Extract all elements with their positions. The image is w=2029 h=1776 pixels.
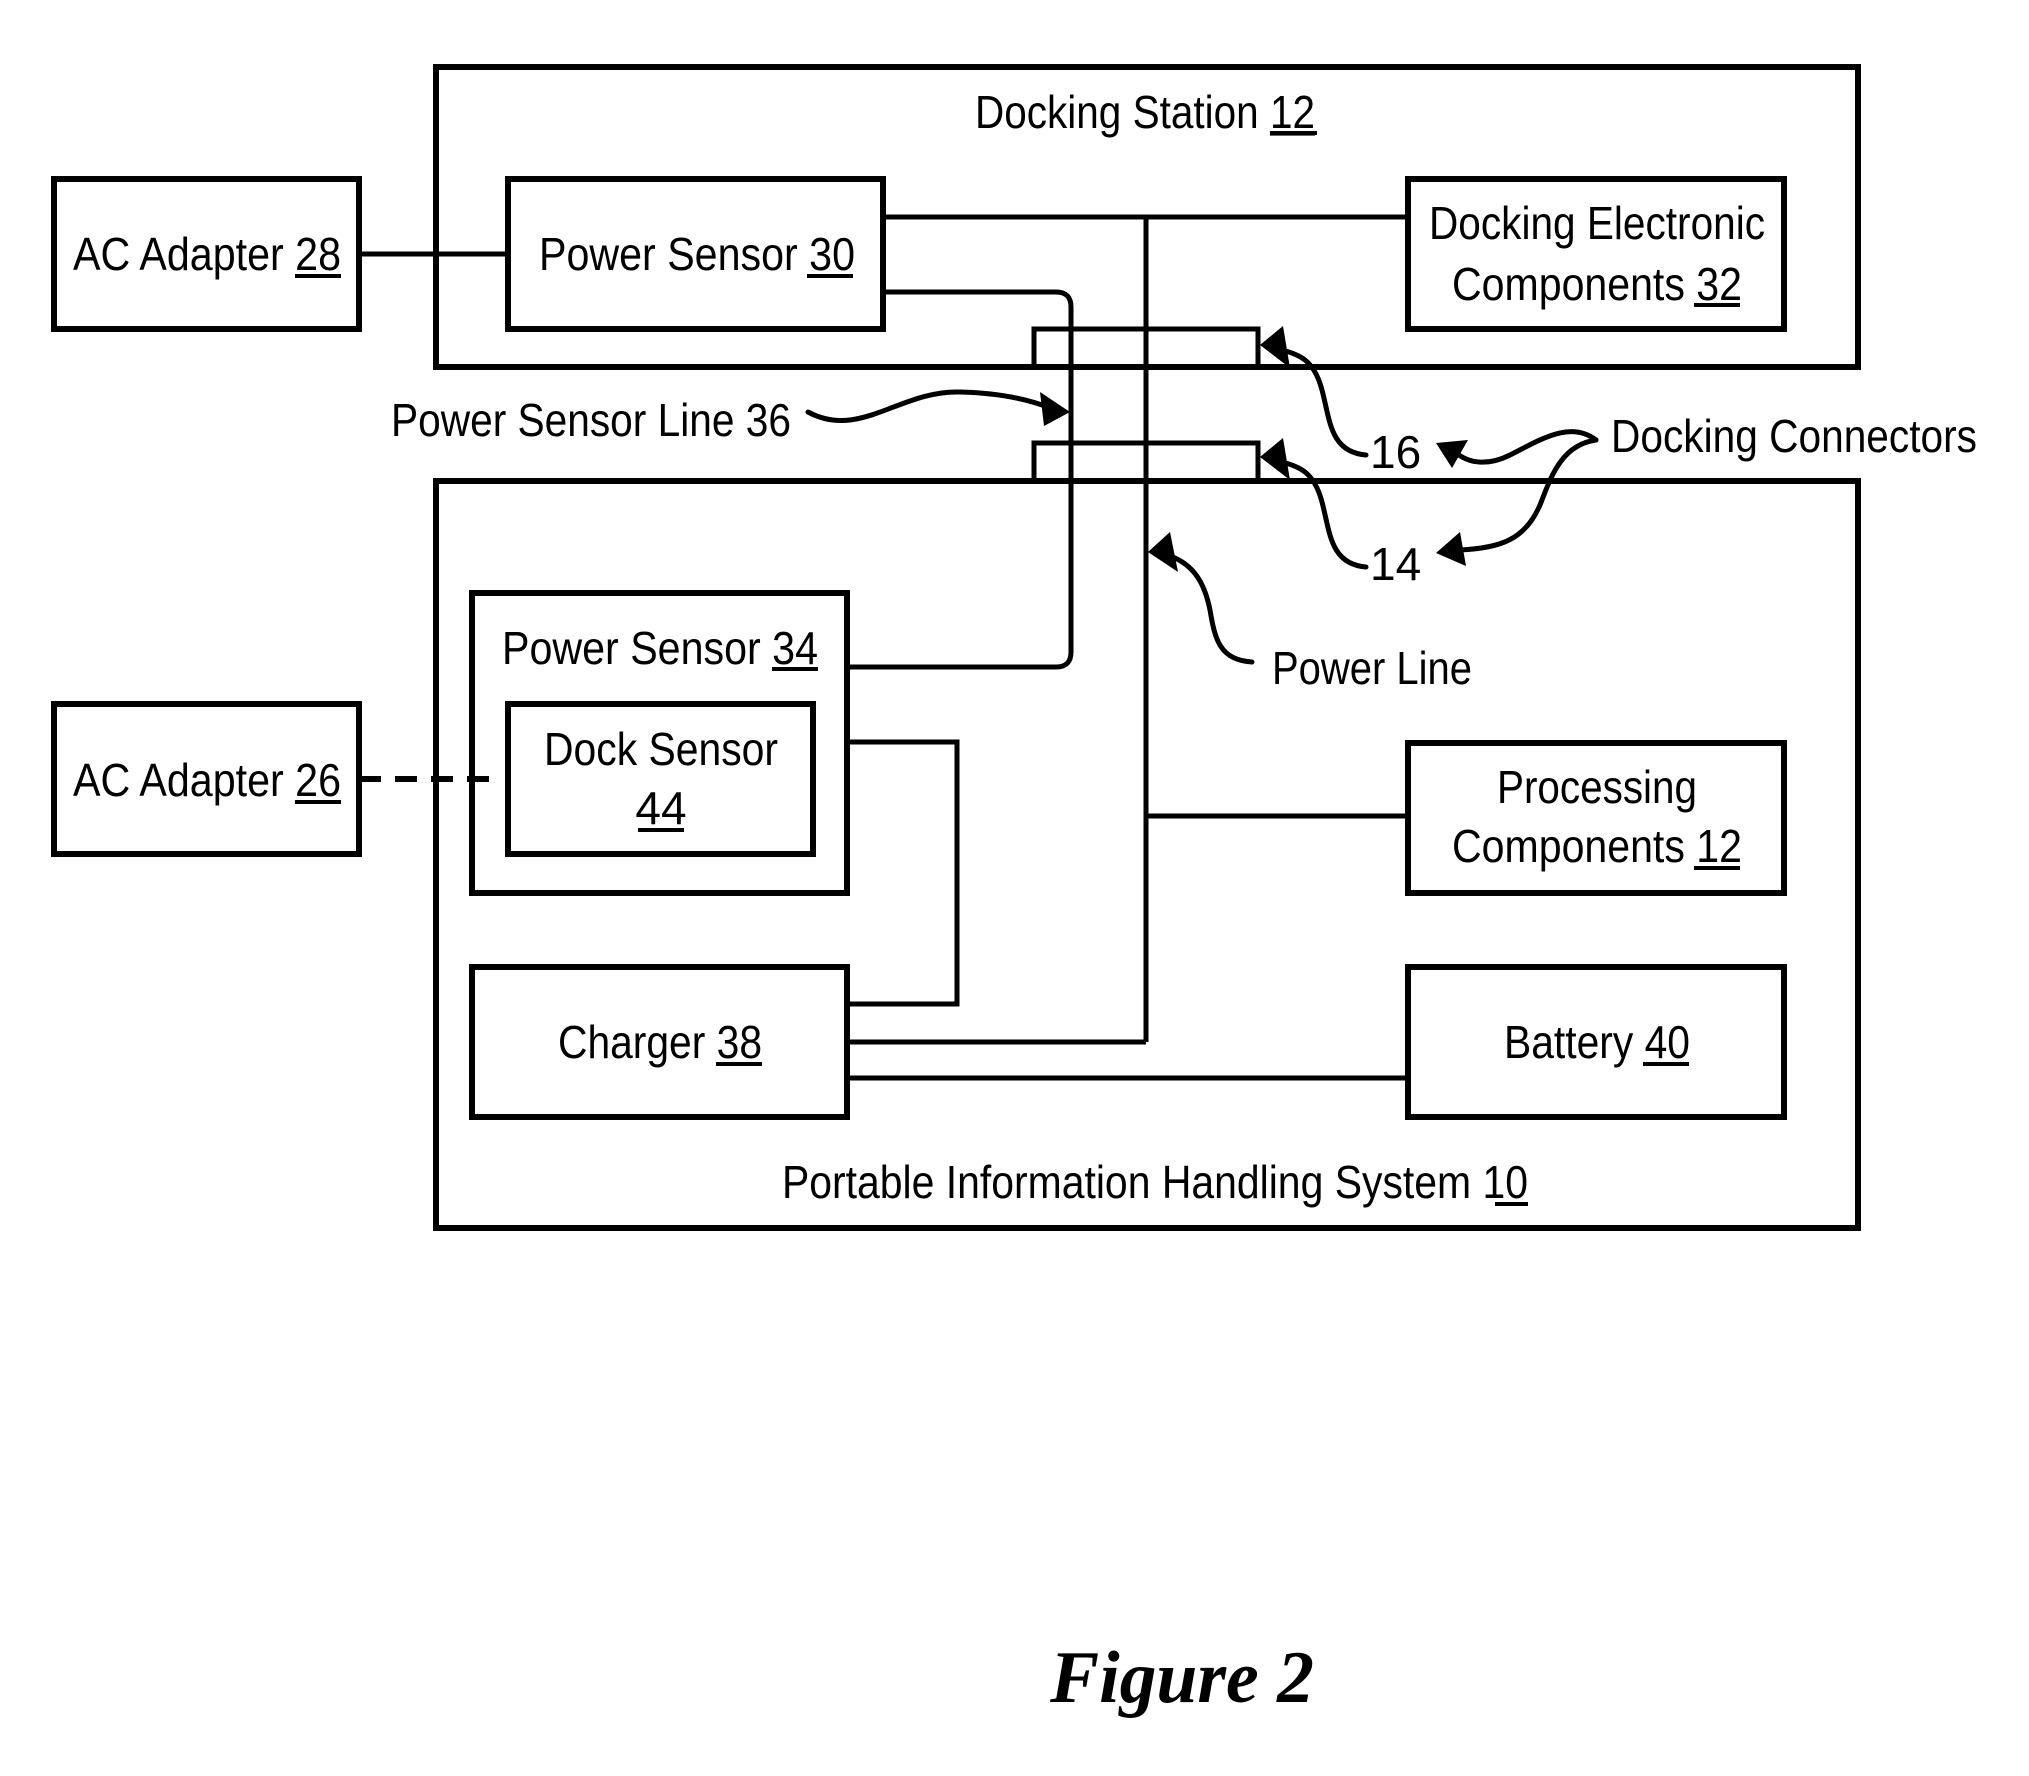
dock-sensor-44-ref: 44: [635, 782, 686, 834]
arrowhead-icon: [1436, 532, 1466, 566]
arrowhead-icon: [1260, 438, 1290, 480]
docking-electronic-line1: Docking Electronic: [1429, 197, 1765, 249]
power-sensor-line-annotation: Power Sensor Line 36: [391, 389, 1070, 446]
docking-electronic-line2: Components 32: [1452, 258, 1742, 310]
processing-components-12-block: Processing Components 12: [1405, 740, 1787, 896]
battery-40-block: Battery 40: [1405, 964, 1787, 1120]
connector-16-label: 16: [1370, 426, 1421, 478]
arrowhead-icon: [1148, 532, 1178, 572]
processing-components-line1: Processing: [1497, 761, 1697, 813]
ac-adapter-28-label: AC Adapter 28: [73, 228, 341, 280]
processing-components-line2: Components 12: [1452, 820, 1742, 872]
connector-14-label: 14: [1370, 538, 1421, 590]
ac-adapter-26-block: AC Adapter 26: [51, 701, 362, 857]
leader-curve: [1167, 553, 1255, 665]
dock-sensor-44-label: Dock Sensor: [544, 723, 778, 775]
battery-40-label: Battery 40: [1504, 1016, 1690, 1068]
block-diagram: Docking Station 12 Portable Information …: [51, 64, 1977, 1719]
arrowhead-icon: [1260, 326, 1290, 368]
dock-sensor-44-block: Dock Sensor 44: [505, 701, 816, 857]
power-line-label: Power Line: [1272, 642, 1472, 694]
power-sensor-30-label: Power Sensor 30: [539, 228, 855, 280]
docking-electronic-components-32-block: Docking Electronic Components 32: [1405, 176, 1787, 332]
power-sensor-34-label: Power Sensor 34: [502, 622, 818, 674]
docking-station-title: Docking Station 12: [975, 86, 1315, 138]
power-line-annotation: Power Line: [1148, 532, 1472, 694]
leader-curve: [1279, 459, 1369, 570]
ac-adapter-26-label: AC Adapter 26: [73, 754, 341, 806]
power-sensor-34-to-charger-wire: [847, 739, 960, 1007]
portable-ihs-title: Portable Information Handling System 10: [782, 1156, 1528, 1208]
charger-38-block: Charger 38: [469, 964, 850, 1120]
figure-caption: Figure 2: [1049, 1637, 1314, 1719]
power-sensor-30-block: Power Sensor 30: [505, 176, 886, 332]
arrowhead-icon: [1040, 392, 1070, 426]
docking-connectors-label: Docking Connectors: [1611, 410, 1977, 462]
docking-connectors-annotation: Docking Connectors: [1436, 410, 1977, 566]
charger-38-label: Charger 38: [558, 1016, 762, 1068]
leader-curve: [805, 389, 1053, 424]
arrowhead-icon: [1436, 440, 1468, 468]
leader-curve-to-14: [1457, 437, 1599, 553]
power-sensor-line-label: Power Sensor Line 36: [391, 394, 791, 446]
ac-adapter-28-block: AC Adapter 28: [51, 176, 362, 332]
